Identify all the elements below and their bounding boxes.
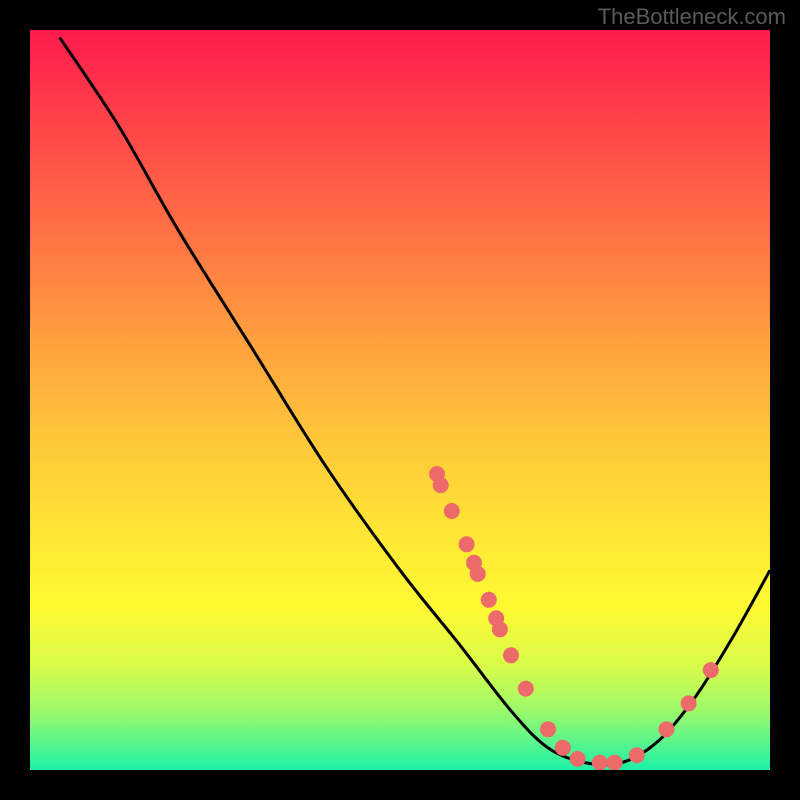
plot-area: [30, 30, 770, 770]
data-point: [444, 503, 460, 519]
data-point: [433, 477, 449, 493]
bottleneck-curve: [60, 37, 770, 765]
data-point: [592, 755, 608, 770]
data-point: [570, 751, 586, 767]
chart-svg: [30, 30, 770, 770]
data-point: [607, 755, 623, 770]
watermark-text: TheBottleneck.com: [598, 4, 786, 30]
data-point: [518, 681, 534, 697]
data-point: [503, 647, 519, 663]
data-point: [459, 536, 475, 552]
chart-frame: TheBottleneck.com: [0, 0, 800, 800]
data-point: [555, 740, 571, 756]
curve-line: [60, 37, 770, 765]
data-point: [481, 592, 497, 608]
data-point: [540, 721, 556, 737]
data-point: [703, 662, 719, 678]
data-point: [492, 621, 508, 637]
data-point: [629, 747, 645, 763]
data-point: [470, 566, 486, 582]
data-point: [681, 695, 697, 711]
data-point: [658, 721, 674, 737]
